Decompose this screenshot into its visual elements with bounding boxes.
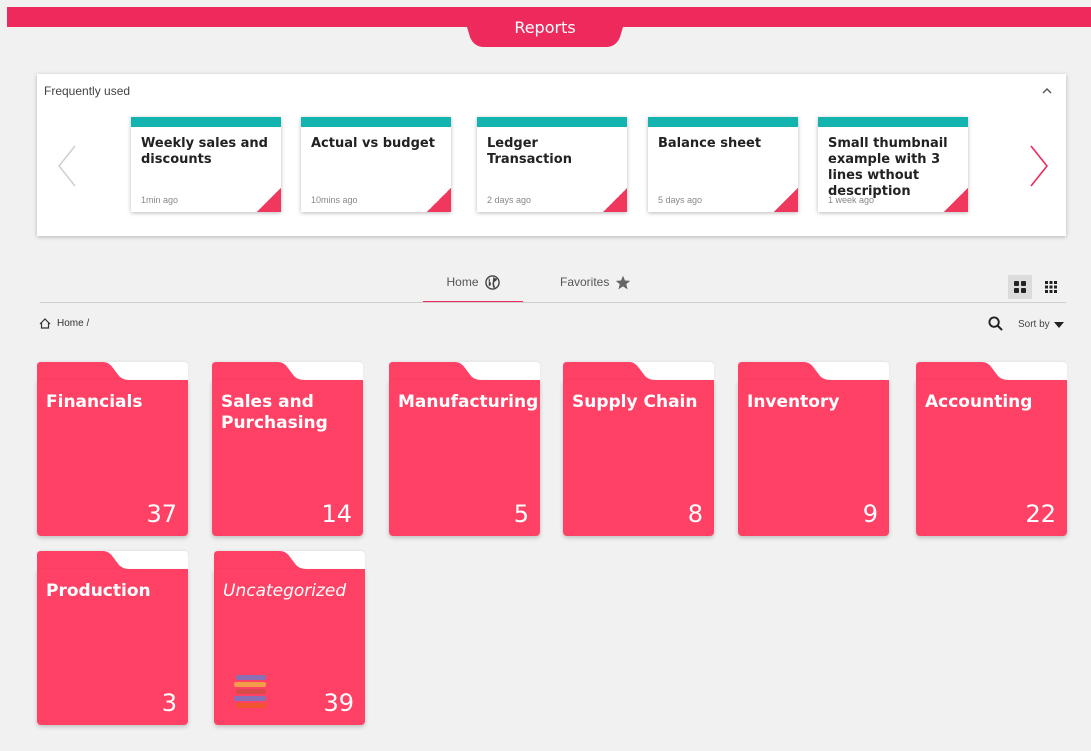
folder-card[interactable]: Sales and Purchasing 14 (212, 362, 363, 536)
folder-name: Manufacturing (398, 392, 539, 412)
folder-name: Inventory (747, 392, 840, 412)
folder-card[interactable]: Uncategorized 39 (214, 551, 365, 725)
card-title: Balance sheet (658, 136, 762, 151)
page-fold-icon (603, 188, 627, 212)
frequent-report-card[interactable]: Ledger Transaction 2 days ago (477, 117, 627, 212)
folder-count: 5 (513, 500, 529, 528)
folder-card[interactable]: Production 3 (37, 551, 188, 725)
card-stripe (648, 117, 798, 127)
folder-count: 14 (321, 500, 352, 528)
breadcrumb[interactable]: Home / (39, 318, 89, 329)
folder-name: Accounting (925, 392, 1033, 412)
folder-card[interactable]: Accounting 22 (916, 362, 1067, 536)
card-title: Ledger Transaction (487, 136, 572, 167)
collapse-button[interactable] (1042, 84, 1052, 98)
card-stripe (131, 117, 281, 127)
caret-down-icon (1053, 321, 1064, 328)
frequently-used-title: Frequently used (44, 84, 131, 98)
chevron-up-icon (1042, 88, 1052, 94)
folder-card[interactable]: Financials 37 (37, 362, 188, 536)
home-icon (39, 318, 51, 329)
sort-dropdown[interactable]: Sort by (1018, 319, 1064, 330)
card-time: 1min ago (141, 195, 179, 205)
chevron-right-icon (1030, 145, 1049, 187)
card-time: 5 days ago (658, 195, 703, 205)
tab-favorites-label: Favorites (560, 275, 610, 289)
card-stripe (818, 117, 968, 127)
carousel-prev-button[interactable] (55, 142, 79, 190)
small-grid-view-button[interactable] (1039, 275, 1063, 299)
carousel-next-button[interactable] (1027, 142, 1051, 190)
card-stripe (301, 117, 451, 127)
tab-home-label: Home (446, 275, 479, 289)
card-title: Small thumbnail example with 3 lines wth… (828, 136, 948, 199)
folder-count: 9 (862, 500, 878, 528)
folder-name: Financials (46, 392, 143, 412)
chevron-left-icon (58, 145, 76, 187)
frequent-report-card[interactable]: Weekly sales and discounts 1min ago (131, 117, 281, 212)
frequent-report-card[interactable]: Balance sheet 5 days ago (648, 117, 798, 212)
folder-count: 37 (146, 500, 177, 528)
small-grid-icon (1045, 281, 1057, 293)
folder-card[interactable]: Manufacturing 5 (389, 362, 540, 536)
stacked-reports-icon (234, 675, 266, 708)
page-fold-icon (774, 188, 798, 212)
large-grid-icon (1014, 281, 1026, 293)
star-icon (616, 275, 631, 290)
folder-name: Uncategorized (223, 581, 347, 601)
tabs-divider (40, 302, 1066, 303)
globe-icon (484, 275, 500, 290)
large-grid-view-button[interactable] (1008, 275, 1032, 299)
card-time: 2 days ago (487, 195, 532, 205)
tab-home[interactable]: Home (423, 275, 523, 303)
page-fold-icon (257, 188, 281, 212)
frequent-report-card[interactable]: Small thumbnail example with 3 lines wth… (818, 117, 968, 212)
folder-count: 22 (1025, 500, 1056, 528)
page-fold-icon (944, 188, 968, 212)
folder-card[interactable]: Inventory 9 (738, 362, 889, 536)
frequently-used-panel: Frequently used Weekly sales and discoun… (37, 74, 1066, 236)
search-icon (988, 316, 1003, 331)
card-title: Weekly sales and discounts (141, 136, 268, 167)
breadcrumb-label: Home / (57, 318, 90, 329)
card-stripe (477, 117, 627, 127)
tab-favorites[interactable]: Favorites (560, 275, 640, 303)
page-title: Reports (514, 18, 576, 37)
folder-name: Production (46, 581, 151, 601)
folder-count: 8 (687, 500, 703, 528)
folder-name: Supply Chain (572, 392, 698, 412)
folder-count: 39 (323, 689, 354, 717)
folder-name: Sales and Purchasing (221, 392, 328, 433)
card-time: 10mins ago (311, 195, 358, 205)
search-button[interactable] (988, 316, 1003, 336)
frequent-report-card[interactable]: Actual vs budget 10mins ago (301, 117, 451, 212)
card-time: 1 week ago (828, 195, 875, 205)
folder-card[interactable]: Supply Chain 8 (563, 362, 714, 536)
folder-count: 3 (161, 689, 177, 717)
page-fold-icon (427, 188, 451, 212)
card-title: Actual vs budget (311, 136, 435, 151)
sort-label: Sort by (1018, 319, 1050, 330)
